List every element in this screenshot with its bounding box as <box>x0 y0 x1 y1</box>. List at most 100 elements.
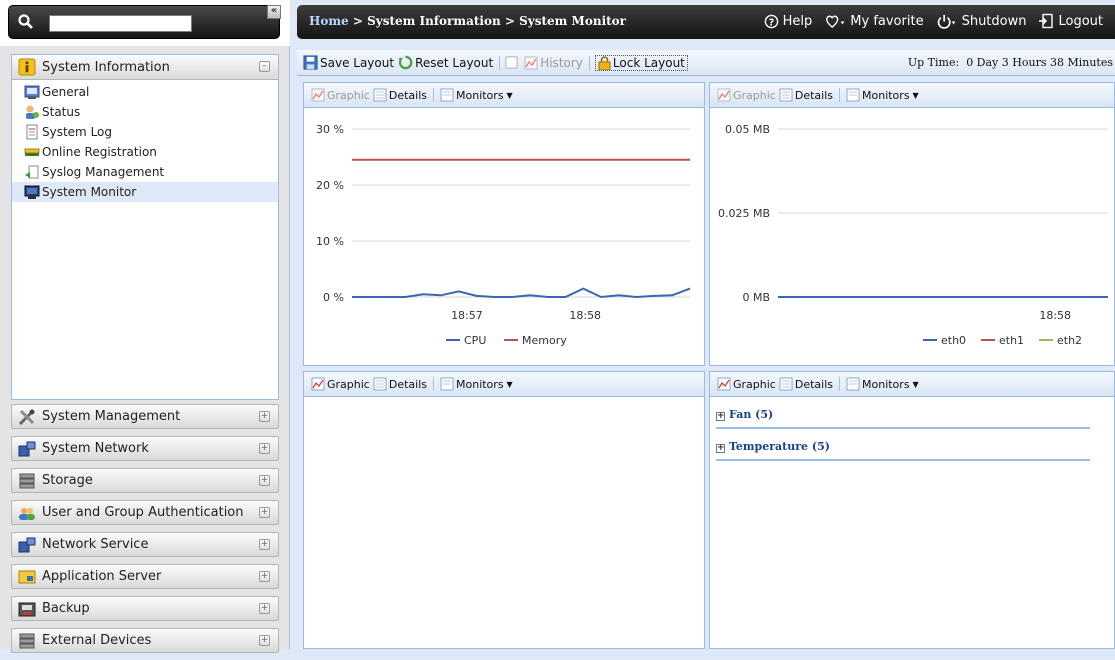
breadcrumb: Home > System Information > System Monit… <box>309 14 626 28</box>
sidebar-item-status[interactable]: Status <box>12 102 278 122</box>
my-favorite-button[interactable]: My favorite <box>824 14 924 29</box>
expand-toggle-icon[interactable]: + <box>259 571 270 582</box>
series-line-cpu <box>352 287 691 299</box>
sidebar-item-system-log[interactable]: System Log <box>12 122 278 142</box>
expand-icon[interactable]: + <box>716 412 725 421</box>
y-tick-label: 30 % <box>316 123 344 136</box>
search-input[interactable] <box>49 15 192 32</box>
general-icon <box>24 85 40 99</box>
sidebar-item-syslog-management[interactable]: Syslog Management <box>12 162 278 182</box>
toolbar-divider <box>588 55 590 70</box>
expand-icon[interactable]: + <box>716 444 725 453</box>
sidebar-item-label: System Monitor <box>42 185 137 199</box>
details-button[interactable]: Details <box>373 88 427 102</box>
sidebar-section-storage[interactable]: Storage + <box>11 468 279 493</box>
details-button[interactable]: Details <box>779 88 833 102</box>
details-label: Details <box>388 88 427 102</box>
shutdown-label: Shutdown <box>961 13 1027 29</box>
sidebar-item-label: Syslog Management <box>42 165 165 179</box>
breadcrumb-home-link[interactable]: Home <box>309 14 349 28</box>
graph-icon <box>717 88 731 102</box>
tools-icon <box>18 409 35 425</box>
header-actions: ? Help My favorite Shutdown Logout <box>752 13 1103 29</box>
network-chart: 0 MB 0.025 MB 0.05 MB 18:58 eth0 eth1 eth2 <box>718 123 1108 347</box>
monitors-dropdown[interactable]: Monitors ▼ <box>846 88 919 102</box>
sidebar-item-general[interactable]: General <box>12 82 278 102</box>
legend-label: CPU <box>464 334 486 347</box>
storage-icon <box>19 473 35 488</box>
collapse-toggle-icon[interactable]: – <box>259 61 270 72</box>
details-button[interactable]: Details <box>373 377 427 391</box>
monitors-dropdown[interactable]: Monitors ▼ <box>440 377 513 391</box>
details-label: Details <box>794 377 833 391</box>
sidebar-section-network-service[interactable]: Network Service + <box>11 532 279 557</box>
graphic-button[interactable]: Graphic <box>717 88 776 102</box>
sidebar-section-system-management[interactable]: System Management + <box>11 404 279 429</box>
save-layout-button[interactable]: Save Layout <box>303 55 394 70</box>
sidebar-item-system-monitor[interactable]: System Monitor <box>12 182 278 202</box>
users-icon <box>19 507 35 520</box>
shutdown-button[interactable]: Shutdown <box>936 13 1027 29</box>
uptime-label: Up Time: <box>907 56 960 69</box>
sidebar-section-external-devices[interactable]: External Devices + <box>11 628 279 653</box>
monitor-panel-cpu-memory: Graphic Details Monitors ▼ 0 % 10 % 20 % 30 … <box>303 82 705 366</box>
system-information-header[interactable]: System Information – <box>12 55 278 80</box>
breadcrumb-separator: > <box>500 14 520 28</box>
graph-icon <box>311 88 325 102</box>
help-button[interactable]: ? Help <box>764 13 813 29</box>
legend-label: eth0 <box>941 334 966 347</box>
lock-layout-button[interactable]: Lock Layout <box>594 54 688 71</box>
y-tick-label: 20 % <box>316 179 344 192</box>
monitor-panel-network: Graphic Details Monitors ▼ 0 MB 0.025 MB 0.… <box>709 82 1115 366</box>
sidebar-top: « <box>0 0 290 46</box>
section-label: System Network <box>42 441 149 456</box>
panel-toolbar-divider <box>839 377 840 391</box>
expand-toggle-icon[interactable]: + <box>259 603 270 614</box>
graphic-label: Graphic <box>733 377 776 391</box>
monitors-icon <box>846 88 860 102</box>
graphic-label: Graphic <box>733 88 776 102</box>
monitors-label: Monitors <box>456 377 504 391</box>
details-button[interactable]: Details <box>779 377 833 391</box>
x-tick-label: 18:58 <box>569 309 601 322</box>
reset-layout-label: Reset Layout <box>415 55 494 70</box>
reset-layout-button[interactable]: Reset Layout <box>398 55 493 70</box>
expand-toggle-icon[interactable]: + <box>259 635 270 646</box>
sidebar-section-system-network[interactable]: System Network + <box>11 436 279 461</box>
search-icon[interactable] <box>17 13 35 31</box>
graph-icon <box>311 377 325 391</box>
monitors-dropdown[interactable]: Monitors ▼ <box>440 88 513 102</box>
section-label: User and Group Authentication <box>42 505 244 520</box>
details-icon <box>779 88 793 102</box>
help-icon: ? <box>764 14 778 28</box>
expand-toggle-icon[interactable]: + <box>259 443 270 454</box>
collapse-sidebar-button[interactable]: « <box>267 5 281 19</box>
svg-text:?: ? <box>768 17 773 28</box>
monitor-panel-sensors: Graphic Details Monitors ▼ + Fan (5) + Te… <box>709 371 1115 649</box>
logout-button[interactable]: Logout <box>1038 13 1103 29</box>
graphic-button[interactable]: Graphic <box>311 88 370 102</box>
monitor-panel-empty: Graphic Details Monitors ▼ <box>303 371 705 649</box>
graph-icon <box>524 56 538 69</box>
expand-toggle-icon[interactable]: + <box>259 539 270 550</box>
graphic-button[interactable]: Graphic <box>311 377 370 391</box>
sensor-group-temperature[interactable]: + Temperature (5) <box>716 429 1090 461</box>
sidebar-section-user-group-authentication[interactable]: User and Group Authentication + <box>11 500 279 525</box>
monitors-icon <box>440 377 454 391</box>
section-label: External Devices <box>42 633 152 648</box>
sidebar-item-online-registration[interactable]: Online Registration <box>12 142 278 162</box>
history-button[interactable]: History <box>524 56 583 70</box>
monitors-dropdown[interactable]: Monitors ▼ <box>846 377 919 391</box>
layout-toolbar: Save Layout Reset Layout History Lock La… <box>297 50 1115 76</box>
expand-toggle-icon[interactable]: + <box>259 411 270 422</box>
help-label: Help <box>782 13 813 29</box>
lock-layout-label: Lock Layout <box>612 55 685 70</box>
expand-toggle-icon[interactable]: + <box>259 475 270 486</box>
sidebar-section-backup[interactable]: Backup + <box>11 596 279 621</box>
expand-toggle-icon[interactable]: + <box>259 507 270 518</box>
sensor-group-fan[interactable]: + Fan (5) <box>716 397 1090 429</box>
graphic-button[interactable]: Graphic <box>717 377 776 391</box>
legend-label: eth1 <box>999 334 1024 347</box>
panel-toolbar-divider <box>433 88 434 102</box>
sidebar-section-application-server[interactable]: Application Server + <box>11 564 279 589</box>
